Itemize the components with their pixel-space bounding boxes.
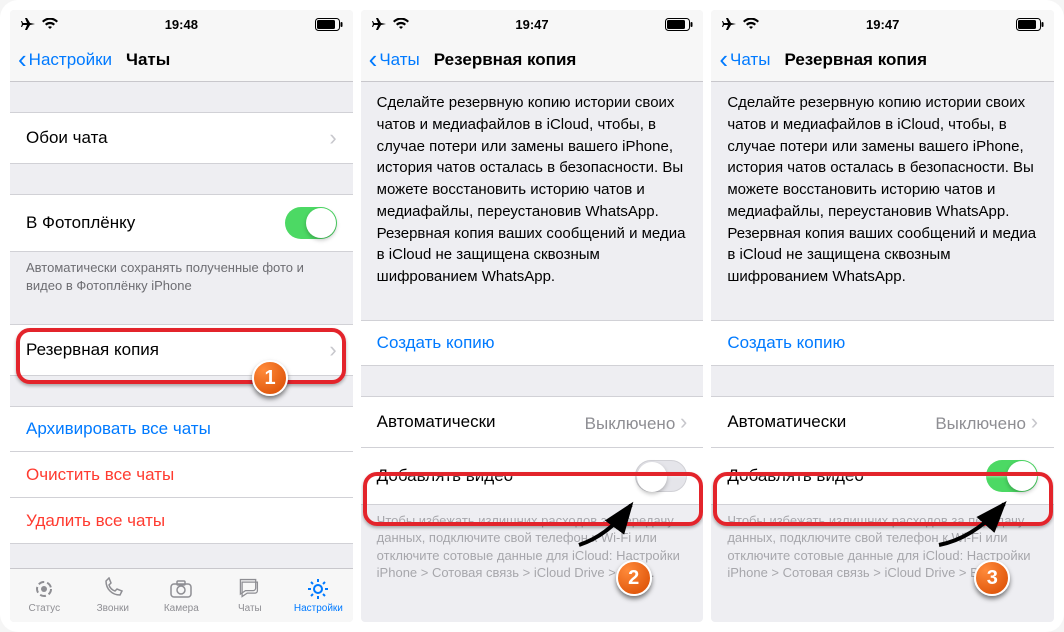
- auto-backup-label: Автоматически: [727, 412, 846, 432]
- battery-icon: [315, 18, 343, 31]
- create-backup-row[interactable]: Создать копию: [711, 320, 1054, 366]
- chevron-right-icon: ›: [329, 337, 336, 363]
- clear-all-row[interactable]: Очистить все чаты: [10, 452, 353, 498]
- phone-icon: [100, 577, 126, 601]
- camera-roll-row[interactable]: В Фотоплёнку: [10, 194, 353, 252]
- delete-all-row[interactable]: Удалить все чаты: [10, 498, 353, 544]
- archive-label: Архивировать все чаты: [26, 419, 211, 439]
- chevron-left-icon: ‹: [369, 46, 378, 72]
- status-icon: [31, 577, 57, 601]
- tab-status[interactable]: Статус: [10, 569, 79, 622]
- auto-backup-label: Автоматически: [377, 412, 496, 432]
- battery-icon: [1016, 18, 1044, 31]
- create-backup-label: Создать копию: [727, 333, 845, 353]
- archive-all-row[interactable]: Архивировать все чаты: [10, 406, 353, 452]
- back-label: Чаты: [730, 50, 770, 70]
- chevron-left-icon: ‹: [18, 46, 27, 72]
- create-backup-label: Создать копию: [377, 333, 495, 353]
- wifi-icon: [743, 18, 759, 30]
- back-button[interactable]: ‹ Чаты: [719, 48, 770, 72]
- create-backup-row[interactable]: Создать копию: [361, 320, 704, 366]
- chevron-right-icon: ›: [680, 409, 687, 434]
- include-video-toggle[interactable]: [986, 460, 1038, 492]
- chevron-left-icon: ‹: [719, 46, 728, 72]
- airplane-icon: [371, 17, 387, 31]
- airplane-icon: [721, 17, 737, 31]
- backup-footer: Чтобы избежать излишних расходов за пере…: [361, 505, 704, 582]
- airplane-icon: [20, 17, 36, 31]
- wifi-icon: [393, 18, 409, 30]
- tab-chats[interactable]: Чаты: [216, 569, 285, 622]
- chat-icon: [237, 577, 263, 601]
- page-title: Резервная копия: [434, 50, 577, 70]
- auto-backup-row[interactable]: Автоматически Выключено ›: [711, 396, 1054, 448]
- camera-roll-footer: Автоматически сохранять полученные фото …: [10, 252, 353, 294]
- tab-camera[interactable]: Камера: [147, 569, 216, 622]
- include-video-label: Добавлять видео: [377, 466, 513, 486]
- chevron-right-icon: ›: [1031, 409, 1038, 434]
- tab-settings[interactable]: Настройки: [284, 569, 353, 622]
- auto-backup-row[interactable]: Автоматически Выключено ›: [361, 396, 704, 448]
- camera-roll-toggle[interactable]: [285, 207, 337, 239]
- clock: 19:48: [165, 17, 198, 32]
- back-button[interactable]: ‹ Чаты: [369, 48, 420, 72]
- wifi-icon: [42, 18, 58, 30]
- auto-backup-value: Выключено ›: [585, 409, 688, 435]
- wallpaper-row[interactable]: Обои чата ›: [10, 112, 353, 164]
- page-title: Чаты: [126, 50, 170, 70]
- battery-icon: [665, 18, 693, 31]
- camera-roll-label: В Фотоплёнку: [26, 213, 135, 233]
- clock: 19:47: [515, 17, 548, 32]
- nav-bar: ‹ Чаты Резервная копия: [711, 38, 1054, 82]
- status-bar: 19:47: [711, 10, 1054, 38]
- back-label: Чаты: [379, 50, 419, 70]
- phone-screen-1: 19:48 ‹ Настройки Чаты Обои чата › В Фот: [10, 10, 353, 622]
- gear-icon: [305, 577, 331, 601]
- delete-label: Удалить все чаты: [26, 511, 165, 531]
- include-video-row[interactable]: Добавлять видео: [361, 448, 704, 505]
- auto-backup-value: Выключено ›: [935, 409, 1038, 435]
- back-button[interactable]: ‹ Настройки: [18, 48, 112, 72]
- page-title: Резервная копия: [784, 50, 927, 70]
- status-bar: 19:48: [10, 10, 353, 38]
- tab-calls[interactable]: Звонки: [79, 569, 148, 622]
- include-video-label: Добавлять видео: [727, 466, 863, 486]
- clock: 19:47: [866, 17, 899, 32]
- nav-bar: ‹ Настройки Чаты: [10, 38, 353, 82]
- backup-footer: Чтобы избежать излишних расходов за пере…: [711, 505, 1054, 582]
- wallpaper-label: Обои чата: [26, 128, 108, 148]
- include-video-row[interactable]: Добавлять видео: [711, 448, 1054, 505]
- back-label: Настройки: [29, 50, 112, 70]
- clear-label: Очистить все чаты: [26, 465, 174, 485]
- chevron-right-icon: ›: [329, 125, 336, 151]
- include-video-toggle[interactable]: [635, 460, 687, 492]
- tab-bar: Статус Звонки Камера Чаты Настройки: [10, 568, 353, 622]
- backup-row[interactable]: Резервная копия ›: [10, 324, 353, 376]
- backup-description: Сделайте резервную копию истории своих ч…: [361, 82, 704, 288]
- phone-screen-3: 19:47 ‹ Чаты Резервная копия Сделайте ре…: [711, 10, 1054, 622]
- status-bar: 19:47: [361, 10, 704, 38]
- nav-bar: ‹ Чаты Резервная копия: [361, 38, 704, 82]
- backup-description: Сделайте резервную копию истории своих ч…: [711, 82, 1054, 288]
- phone-screen-2: 19:47 ‹ Чаты Резервная копия Сделайте ре…: [361, 10, 704, 622]
- camera-icon: [168, 577, 194, 601]
- backup-label: Резервная копия: [26, 340, 159, 360]
